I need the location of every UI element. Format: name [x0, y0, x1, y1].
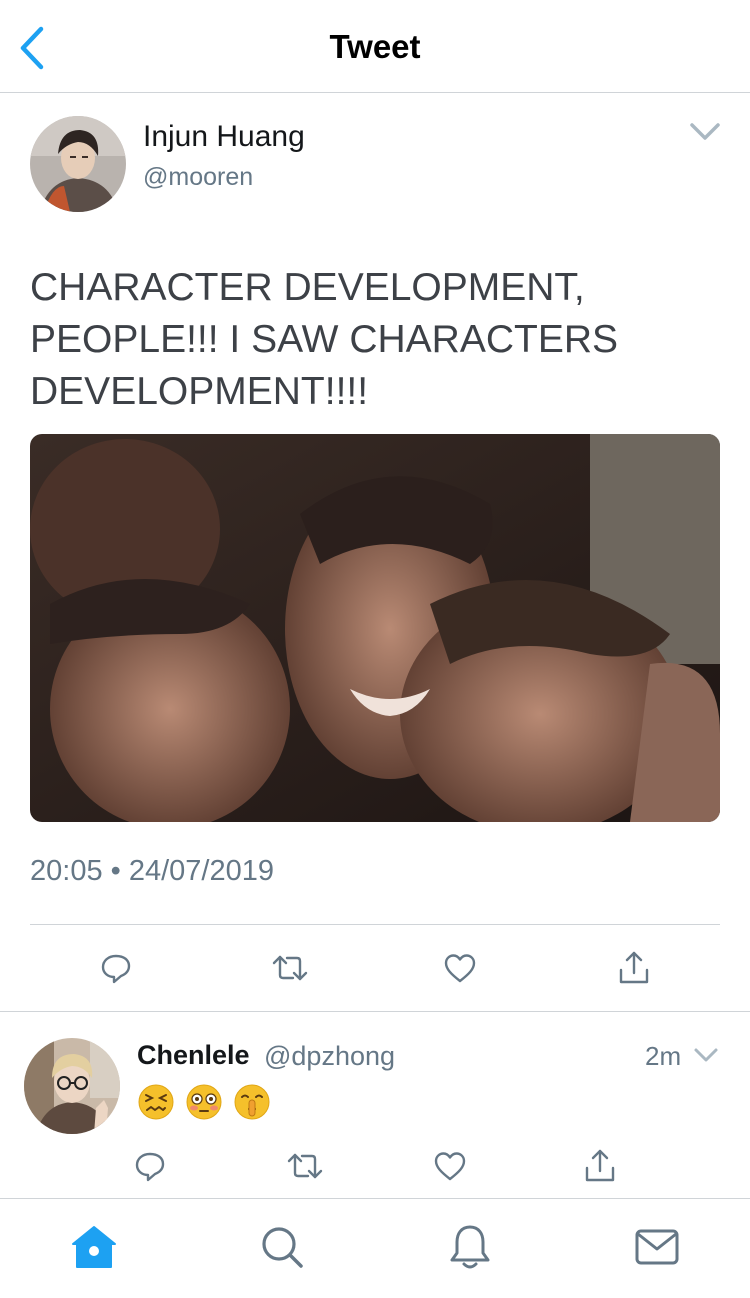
reply-options-button[interactable]	[692, 1044, 720, 1066]
reply-share-button[interactable]	[580, 1146, 620, 1186]
reply-like-button[interactable]	[430, 1146, 470, 1186]
reply-avatar[interactable]	[24, 1038, 120, 1134]
chevron-down-icon	[694, 1048, 718, 1062]
reply-text	[137, 1083, 271, 1121]
share-icon	[585, 1149, 615, 1182]
notifications-icon	[450, 1225, 490, 1269]
like-icon	[444, 954, 476, 983]
reply-icon	[135, 1152, 165, 1182]
reply-button[interactable]	[96, 948, 136, 988]
share-button[interactable]	[614, 948, 654, 988]
flushed-face-icon	[186, 1084, 222, 1120]
tweet-timestamp: 20:05 • 24/07/2019	[30, 855, 274, 887]
like-icon	[434, 1152, 466, 1181]
retweet-icon	[272, 955, 308, 981]
tweet-media[interactable]	[30, 434, 720, 822]
tab-notifications[interactable]	[445, 1222, 495, 1272]
avatar-image	[24, 1038, 120, 1134]
reply-reply-button[interactable]	[130, 1146, 170, 1186]
retweet-icon	[287, 1153, 323, 1179]
retweet-button[interactable]	[270, 948, 310, 988]
like-button[interactable]	[440, 948, 480, 988]
photo-image	[30, 434, 720, 822]
tabbar-divider	[0, 1198, 750, 1199]
author-name[interactable]: Injun Huang	[143, 120, 305, 154]
tab-home[interactable]	[69, 1222, 119, 1272]
divider	[0, 1011, 750, 1012]
tab-messages[interactable]	[632, 1222, 682, 1272]
avatar-image	[30, 116, 126, 212]
author-handle[interactable]: @mooren	[143, 163, 253, 192]
author-avatar[interactable]	[30, 116, 126, 212]
confounded-face-icon	[138, 1084, 174, 1120]
top-bar: Tweet	[0, 0, 750, 93]
divider	[30, 924, 720, 925]
tweet-options-button[interactable]	[688, 118, 722, 146]
home-icon	[72, 1226, 116, 1268]
chevron-down-icon	[690, 123, 720, 140]
tweet-text: CHARACTER DEVELOPMENT, PEOPLE!!! I SAW C…	[30, 266, 619, 413]
messages-icon	[635, 1229, 679, 1265]
share-icon	[619, 951, 649, 984]
reply-icon	[101, 954, 131, 984]
reply-retweet-button[interactable]	[285, 1146, 325, 1186]
reply-time: 2m	[645, 1041, 682, 1071]
reply-author-handle[interactable]: @dpzhong	[264, 1041, 395, 1072]
reply-author-name[interactable]: Chenlele	[137, 1040, 250, 1071]
search-icon	[262, 1227, 303, 1268]
tab-search[interactable]	[257, 1222, 307, 1272]
page-title: Tweet	[329, 28, 421, 65]
shushing-face-icon	[234, 1084, 270, 1120]
